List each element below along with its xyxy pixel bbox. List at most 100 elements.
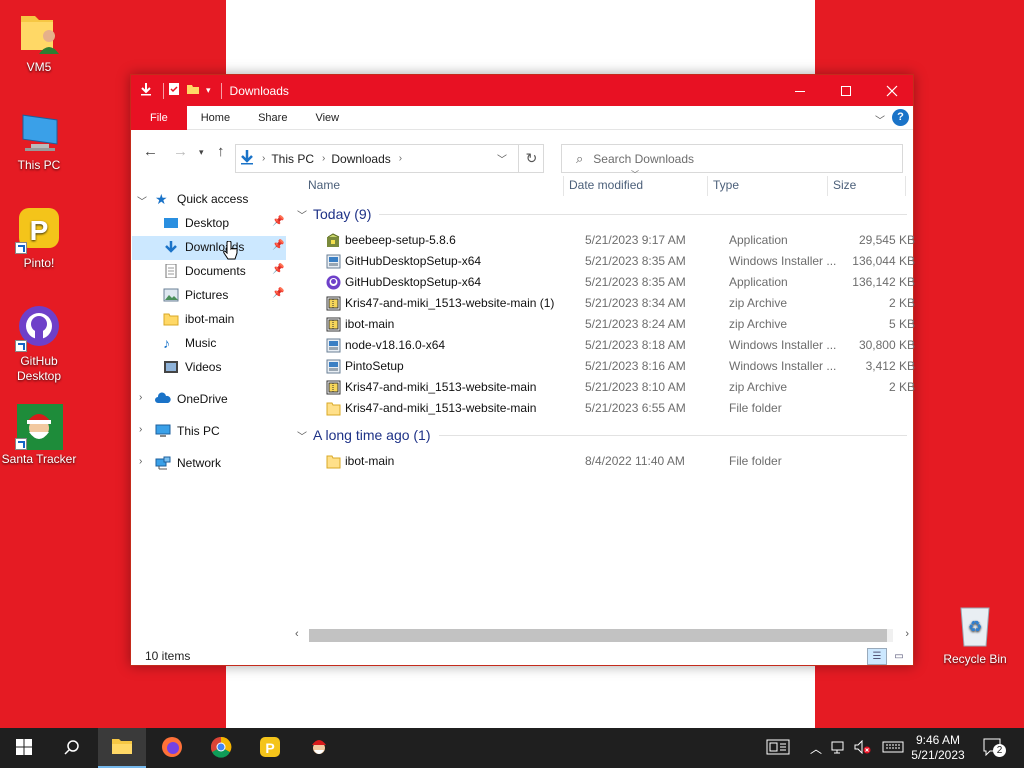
horizontal-scrollbar[interactable]: ‹ › [291, 627, 913, 644]
column-header-size[interactable]: Size [833, 174, 856, 196]
pinto-app-icon: P [259, 736, 281, 761]
tab-view[interactable]: View [301, 106, 353, 130]
desktop-icon-santa-tracker[interactable]: Santa Tracker [1, 402, 77, 467]
breadcrumb-chevron-icon[interactable]: › [322, 153, 325, 164]
nav-item-music[interactable]: ♪ Music [163, 332, 216, 354]
taskbar-pinto[interactable]: P [246, 728, 294, 768]
expand-onedrive-icon[interactable]: › [139, 392, 142, 403]
tab-share[interactable]: Share [244, 106, 301, 130]
desktop-icon-recycle-bin[interactable]: ♻ Recycle Bin [937, 602, 1013, 667]
nav-item-ibot-main[interactable]: ibot-main [163, 308, 234, 330]
search-input[interactable] [593, 151, 874, 166]
close-button[interactable] [869, 75, 915, 106]
file-type: zip Archive [729, 380, 788, 394]
volume-muted-icon[interactable] [854, 739, 872, 757]
large-icons-view-button[interactable]: ▭ [889, 648, 909, 665]
nav-item-network[interactable]: Network [155, 452, 221, 474]
desktop-icon-github[interactable]: GitHub Desktop [1, 304, 77, 384]
group-header-long-time-ago[interactable]: ﹀ A long time ago (1) [297, 427, 907, 443]
taskbar-firefox[interactable] [148, 728, 196, 768]
forward-icon[interactable]: → [173, 143, 188, 160]
group-label: A long time ago (1) [313, 427, 431, 443]
file-type: Windows Installer ... [729, 359, 837, 373]
action-center-button[interactable]: 2 [983, 728, 1006, 768]
column-divider[interactable] [563, 176, 564, 196]
expand-network-icon[interactable]: › [139, 456, 142, 467]
nav-item-desktop[interactable]: Desktop 📌 [163, 212, 287, 234]
file-row[interactable]: ibot-main 8/4/2022 11:40 AM File folder [307, 451, 907, 472]
group-header-today[interactable]: ﹀ Today (9) [297, 206, 907, 222]
search-button[interactable] [48, 728, 96, 768]
maximize-button[interactable] [823, 75, 869, 106]
file-row[interactable]: PintoSetup 5/21/2023 8:16 AM Windows Insta… [307, 356, 915, 377]
breadcrumb-downloads[interactable]: Downloads [331, 152, 390, 166]
title-bar[interactable]: ▾ Downloads [131, 75, 913, 106]
show-hidden-icons-icon[interactable]: ︿ [810, 740, 822, 757]
file-name: ibot-main [345, 454, 395, 468]
column-header-type[interactable]: Type [713, 174, 739, 196]
network-status-icon[interactable] [830, 740, 846, 757]
file-row[interactable]: Kris47-and-miki_1513-website-main 5/21/20… [307, 377, 915, 398]
taskbar-clock[interactable]: 9:46 AM 5/21/2023 [905, 733, 971, 763]
breadcrumb-this-pc[interactable]: This PC [271, 152, 314, 166]
up-icon[interactable]: ↑ [217, 143, 225, 160]
desktop-icon-vm5[interactable]: VM5 [1, 10, 77, 75]
shortcut-arrow-icon [15, 340, 27, 352]
nav-item-pictures[interactable]: Pictures 📌 [163, 284, 287, 306]
taskbar-chrome[interactable] [197, 728, 245, 768]
file-row[interactable]: ibot-main 5/21/2023 8:24 AM zip Archive 5 K… [307, 314, 915, 335]
collapse-group-icon[interactable]: ﹀ [297, 207, 307, 222]
tab-file[interactable]: File [131, 105, 187, 130]
file-row[interactable]: Kris47-and-miki_1513-website-main (1) 5/2… [307, 293, 915, 314]
address-bar[interactable]: › This PC › Downloads › ﹀ [235, 144, 544, 173]
taskbar-santa-tracker[interactable] [295, 728, 343, 768]
nav-item-quick-access[interactable]: ★ Quick access [155, 188, 248, 210]
start-button[interactable] [0, 728, 48, 768]
desktop-icon-pinto[interactable]: P Pinto! [1, 206, 77, 271]
title-separator [163, 82, 164, 99]
scroll-left-icon[interactable]: ‹ [295, 628, 299, 640]
help-icon[interactable]: ? [892, 109, 909, 126]
address-dropdown-icon[interactable]: ﹀ [497, 151, 507, 166]
expand-ribbon-icon[interactable]: ﹀ [875, 112, 885, 127]
taskbar-file-explorer[interactable] [98, 728, 146, 768]
expand-this-pc-icon[interactable]: › [139, 424, 142, 435]
pin-icon[interactable]: 📌 [272, 264, 284, 275]
nav-item-this-pc[interactable]: This PC [155, 420, 220, 442]
file-row[interactable]: GitHubDesktopSetup-x64 5/21/2023 8:35 AM A… [307, 272, 915, 293]
pin-icon[interactable]: 📌 [272, 240, 284, 251]
scroll-right-icon[interactable]: › [905, 628, 909, 640]
scrollbar-thumb[interactable] [309, 629, 887, 642]
column-header-date-modified[interactable]: Date modified [569, 174, 643, 196]
collapse-quick-access-icon[interactable]: ﹀ [137, 193, 147, 208]
refresh-button[interactable]: ↻ [518, 144, 544, 173]
nav-item-onedrive[interactable]: OneDrive [155, 388, 228, 410]
file-row[interactable]: GitHubDesktopSetup-x64 5/21/2023 8:35 AM W… [307, 251, 915, 272]
back-icon[interactable]: ← [143, 143, 158, 160]
file-row[interactable]: Kris47-and-miki_1513-website-main 5/21/20… [307, 398, 907, 419]
column-divider[interactable] [905, 176, 906, 196]
collapse-group-icon[interactable]: ﹀ [297, 428, 307, 443]
nav-item-videos[interactable]: Videos [163, 356, 221, 378]
minimize-button[interactable] [777, 75, 823, 106]
keyboard-layout-icon[interactable] [766, 739, 790, 758]
pin-icon[interactable]: 📌 [272, 288, 284, 299]
touch-keyboard-icon[interactable] [882, 741, 904, 756]
search-box[interactable]: ⌕ [561, 144, 903, 173]
new-folder-icon[interactable] [186, 83, 200, 98]
desktop-icon-this-pc[interactable]: This PC [1, 108, 77, 173]
column-divider[interactable] [827, 176, 828, 196]
column-header-name[interactable]: Name [308, 174, 340, 196]
folder-icon [326, 401, 341, 416]
breadcrumb-chevron-icon[interactable]: › [262, 153, 265, 164]
column-divider[interactable] [707, 176, 708, 196]
quick-access-dropdown-icon[interactable]: ▾ [206, 85, 211, 96]
recent-locations-icon[interactable]: ▾ [199, 147, 204, 158]
file-row[interactable]: beebeep-setup-5.8.6 5/21/2023 9:17 AM Appl… [307, 230, 915, 251]
pin-icon[interactable]: 📌 [272, 216, 284, 227]
properties-icon[interactable] [168, 82, 180, 99]
breadcrumb-chevron-icon[interactable]: › [399, 153, 402, 164]
file-row[interactable]: node-v18.16.0-x64 5/21/2023 8:18 AM Window… [307, 335, 915, 356]
tab-home[interactable]: Home [187, 106, 244, 130]
details-view-button[interactable]: ☰ [867, 648, 887, 665]
